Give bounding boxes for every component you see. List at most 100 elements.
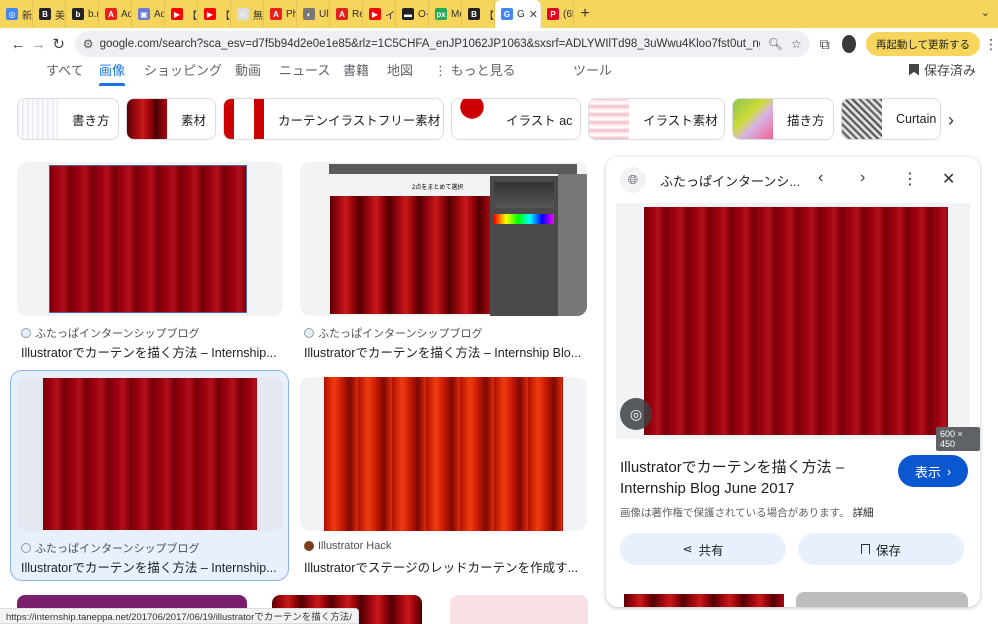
- chip-label: 描き方: [787, 113, 825, 128]
- site-favicon-icon: [21, 543, 31, 553]
- tools-button[interactable]: ツール: [573, 60, 612, 79]
- tab-label: Morn: [451, 8, 461, 20]
- reload-icon[interactable]: ↻: [49, 31, 69, 57]
- tab-favicon-icon: A: [105, 8, 117, 20]
- address-bar[interactable]: ⚙ google.com/search?sca_esv=d7f5b94d2e0e…: [74, 31, 810, 57]
- result-source-3[interactable]: ふたっぱインターンシップブログ: [21, 540, 199, 556]
- browser-menu-icon[interactable]: ⋮: [984, 36, 998, 53]
- browser-tab[interactable]: A Re: ›: [330, 0, 363, 28]
- site-favicon-icon: [304, 541, 314, 551]
- site-info-icon[interactable]: ⚙: [83, 37, 94, 51]
- tab-close-icon[interactable]: ✕: [529, 8, 538, 21]
- browser-tab[interactable]: G G ✕: [495, 0, 541, 28]
- saved-button[interactable]: 保存済み: [908, 60, 976, 79]
- url-text[interactable]: google.com/search?sca_esv=d7f5b94d2e0e1e…: [100, 38, 760, 50]
- browser-tab[interactable]: b b.ris: [66, 0, 99, 28]
- chip-curtain[interactable]: Curtain: [841, 98, 941, 140]
- preview-image[interactable]: [616, 203, 970, 439]
- globe-icon: 🌐︎: [620, 167, 646, 193]
- result-title-1[interactable]: Illustratorでカーテンを描く方法 – Internship...: [21, 342, 283, 361]
- details-link[interactable]: 詳細: [853, 507, 874, 519]
- lens-search-icon[interactable]: ◎: [620, 398, 652, 430]
- chip-sozai[interactable]: 素材: [126, 98, 216, 140]
- browser-tab[interactable]: B 美容: [33, 0, 66, 28]
- result-image-4[interactable]: [300, 377, 587, 531]
- tab-all[interactable]: すべて: [46, 60, 84, 79]
- result-source-1[interactable]: ふたっぱインターンシップブログ: [21, 325, 199, 341]
- more-options-icon[interactable]: ⋮: [902, 169, 918, 189]
- browser-tab[interactable]: ▶ 【Ph: [198, 0, 231, 28]
- panel-site-name[interactable]: ふたっぱインターンシ...: [660, 171, 800, 190]
- tab-images[interactable]: 画像: [99, 60, 125, 79]
- tab-books[interactable]: 書籍: [343, 60, 369, 79]
- related-image-1[interactable]: [624, 594, 784, 607]
- browser-tab[interactable]: ◎ 新しい: [0, 0, 33, 28]
- curtain-thumbnail: [330, 196, 490, 314]
- tab-maps[interactable]: 地図: [387, 60, 413, 79]
- result-image-1[interactable]: [17, 162, 283, 316]
- chip-thumbnail: [18, 99, 58, 139]
- close-icon[interactable]: ✕: [942, 169, 955, 189]
- chip-illust-sozai[interactable]: イラスト素材: [588, 98, 725, 140]
- result-title-2[interactable]: Illustratorでカーテンを描く方法 – Internship Blo..…: [304, 342, 587, 361]
- result-source-4[interactable]: Illustrator Hack: [304, 540, 391, 552]
- zoom-icon[interactable]: 🔍︎: [768, 37, 783, 51]
- result-image-2[interactable]: 2点をまとめて選択: [300, 162, 587, 316]
- browser-tab[interactable]: ▶ イラス: [363, 0, 396, 28]
- relaunch-update-button[interactable]: 再起動して更新する: [865, 32, 981, 56]
- image-dimensions: 600 × 450: [936, 427, 980, 451]
- browser-tab[interactable]: A Photo: [264, 0, 297, 28]
- back-arrow-icon[interactable]: ←: [8, 31, 28, 57]
- chevron-right-icon[interactable]: ›: [860, 169, 865, 187]
- tab-favicon-icon: B: [468, 8, 480, 20]
- tab-label: Re: ›: [352, 8, 362, 20]
- chip-kakikata[interactable]: 書き方: [17, 98, 119, 140]
- result-title-3[interactable]: Illustratorでカーテンを描く方法 – Internship...: [21, 557, 283, 576]
- profile-avatar[interactable]: [841, 35, 856, 53]
- active-tab-indicator: [99, 83, 125, 86]
- related-image-2[interactable]: [796, 592, 968, 607]
- new-tab-button[interactable]: +: [574, 5, 596, 23]
- share-button[interactable]: ⋖ 共有: [620, 533, 786, 565]
- tab-shopping[interactable]: ショッピング: [144, 60, 222, 79]
- browser-tab[interactable]: ▶ 【Ph: [165, 0, 198, 28]
- search-type-tabs: すべて 画像 ショッピング 動画 ニュース 書籍 地図 ⋮ もっと見る ツール …: [0, 60, 998, 86]
- tab-favicon-icon: b: [72, 8, 84, 20]
- extensions-icon[interactable]: ⧉: [820, 36, 830, 53]
- result-image-3[interactable]: [17, 377, 283, 531]
- result-image-7[interactable]: [450, 595, 588, 624]
- saved-label: 保存済み: [923, 63, 976, 78]
- tab-favicon-icon: A: [270, 8, 282, 20]
- chip-label: イラスト ac: [506, 113, 573, 128]
- tab-news[interactable]: ニュース: [279, 60, 330, 79]
- tab-label: 美容: [55, 10, 65, 22]
- browser-tab[interactable]: B 【総: [462, 0, 495, 28]
- panel-title[interactable]: Illustratorでカーテンを描く方法 – Internship Blog …: [620, 457, 890, 499]
- save-button[interactable]: 保存: [798, 533, 964, 565]
- browser-tab[interactable]: ▬ O-D/: [396, 0, 429, 28]
- tab-search-chevron-icon[interactable]: ⌄: [981, 6, 990, 19]
- chip-illust-ac[interactable]: イラスト ac: [451, 98, 581, 140]
- browser-tab[interactable]: A Adob: [99, 0, 132, 28]
- result-title-4[interactable]: Illustratorでステージのレッドカーテンを作成す...: [304, 557, 587, 576]
- chevron-left-icon[interactable]: ‹: [818, 169, 823, 187]
- tab-more[interactable]: ⋮ もっと見る: [434, 60, 516, 79]
- result-source-2[interactable]: ふたっぱインターンシップブログ: [304, 325, 482, 341]
- view-button[interactable]: 表示 ›: [898, 455, 968, 487]
- browser-tab[interactable]: ▣ Adob: [132, 0, 165, 28]
- site-favicon-icon: [304, 328, 314, 338]
- browser-tab[interactable]: ◐ Ultra: [297, 0, 330, 28]
- tab-favicon-icon: ▶: [369, 8, 381, 20]
- source-name: ふたっぱインターンシップブログ: [318, 328, 483, 340]
- browser-tab[interactable]: P (65): [541, 0, 574, 28]
- tab-videos[interactable]: 動画: [235, 60, 261, 79]
- browser-tab[interactable]: px Morn: [429, 0, 462, 28]
- bookmark-star-icon[interactable]: ☆: [791, 37, 802, 51]
- forward-arrow-icon[interactable]: →: [28, 31, 48, 57]
- chip-curtain-illust-free[interactable]: カーテンイラストフリー素材: [223, 98, 444, 140]
- chevron-right-icon[interactable]: ›: [948, 110, 954, 131]
- color-spectrum: [494, 214, 554, 224]
- browser-tab[interactable]: ☺ 無料: [231, 0, 264, 28]
- chip-egakikata[interactable]: 描き方: [732, 98, 834, 140]
- share-icon: ⋖: [682, 542, 693, 556]
